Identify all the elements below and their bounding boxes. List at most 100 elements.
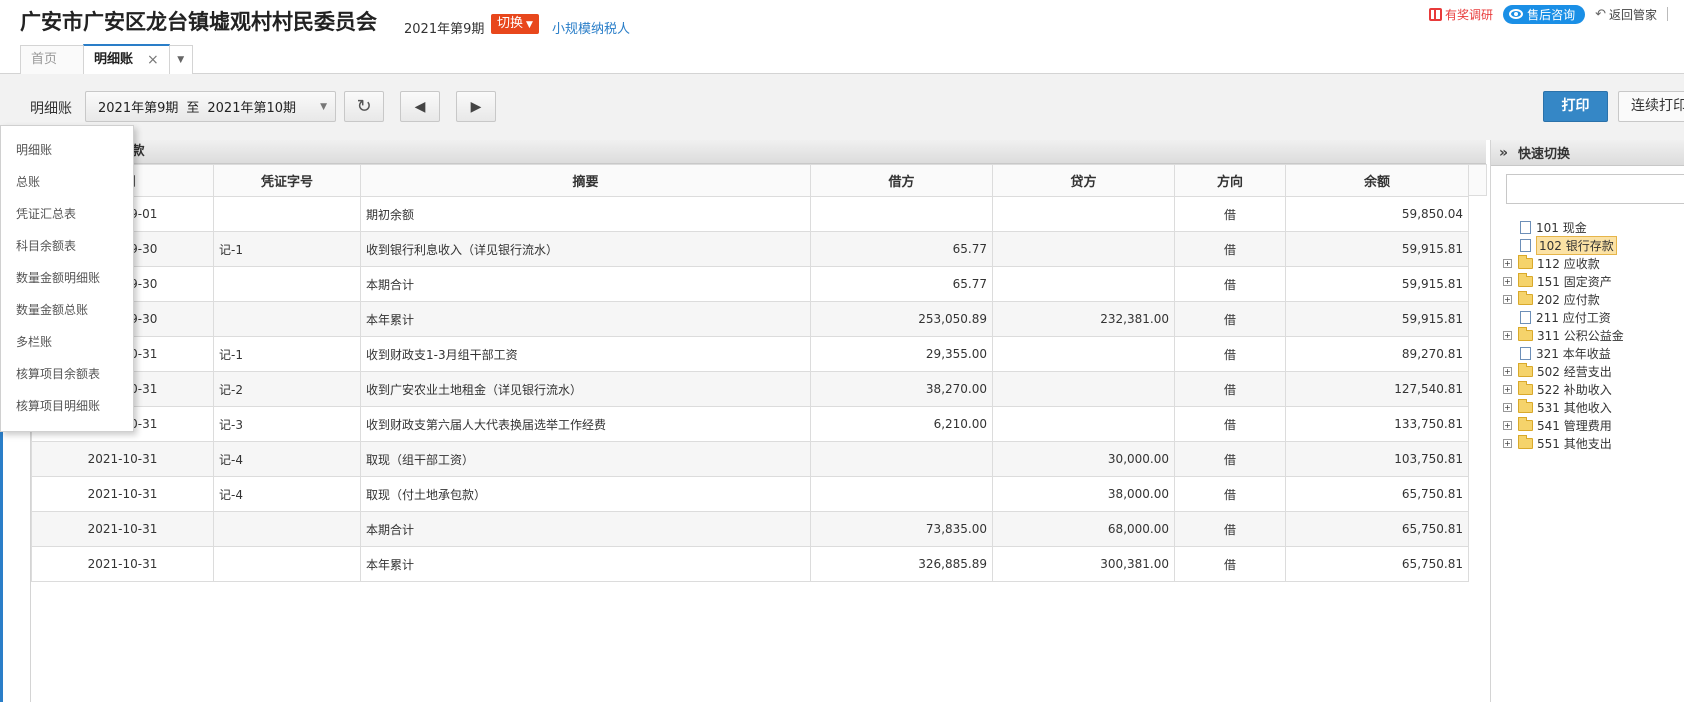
table-row[interactable]: 2021-10-31记-2收到广安农业土地租金（详见银行流水）38,270.00…	[31, 371, 1469, 407]
cell-direction: 借	[1174, 546, 1286, 582]
expand-icon[interactable]: +	[1503, 402, 1512, 412]
taxpayer-type-link[interactable]: 小规模纳税人	[552, 18, 630, 37]
menu-item[interactable]: 凭证汇总表	[1, 198, 133, 230]
menu-item[interactable]: 核算项目明细账	[1, 390, 133, 422]
account-tree: 101 现金 102 银行存款 +112 应收款 +151 固定资产 +202 应付款 2…	[1491, 218, 1684, 452]
period-switch-button[interactable]: 切换 ▼	[491, 14, 539, 34]
folder-icon	[1518, 380, 1533, 395]
expand-icon[interactable]: +	[1503, 276, 1512, 286]
quick-search-input[interactable]	[1506, 174, 1684, 204]
cell-balance: 65,750.81	[1285, 511, 1469, 547]
folder-icon	[1518, 398, 1533, 413]
divider	[1667, 7, 1668, 21]
cell-direction: 借	[1174, 266, 1286, 302]
back-link[interactable]: ↶ 返回管家	[1595, 6, 1657, 23]
panel-title: 102 银行存款	[31, 140, 1486, 164]
chevron-down-icon: ▼	[320, 102, 327, 112]
switch-label: 切换	[497, 16, 524, 31]
table-row[interactable]: 2021-10-31 本年累计 326,885.89 300,381.00 借 65,75…	[31, 546, 1469, 582]
column-header: 方向	[1174, 164, 1286, 197]
menu-item[interactable]: 多栏账	[1, 326, 133, 358]
next-button[interactable]: ▶	[456, 91, 496, 122]
close-icon[interactable]: ×	[147, 46, 159, 74]
consult-label: 售后咨询	[1527, 7, 1576, 22]
cell-debit	[810, 441, 993, 477]
menu-item[interactable]: 科目余额表	[1, 230, 133, 262]
cell-direction: 借	[1174, 406, 1286, 442]
tab-bar: 首页 明细账 × ▼	[20, 44, 193, 74]
table-row[interactable]: 2021-10-31记-1收到财政支1-3月组干部工资29,355.00借89,…	[31, 336, 1469, 372]
tree-node-label: 112 应收款	[1537, 256, 1600, 271]
cell-voucher	[213, 546, 361, 582]
app-header: 广安市广安区龙台镇墟观村村民委员会 2021年第9期 切换 ▼ 小规模纳税人 有奖…	[0, 0, 1684, 74]
quick-switch-title: 快速切换	[1518, 147, 1571, 162]
cell-date: 2021-10-31	[31, 546, 214, 582]
period-range-select[interactable]: 2021年第9期 至 2021年第10期 ▼	[85, 91, 336, 122]
previous-button[interactable]: ◀	[400, 91, 440, 122]
expand-icon[interactable]: +	[1503, 330, 1512, 340]
cell-debit: 65.77	[810, 266, 993, 302]
tree-node[interactable]: +151 固定资产	[1503, 272, 1684, 290]
cell-debit: 6,210.00	[810, 406, 993, 442]
menu-item[interactable]: 核算项目余额表	[1, 358, 133, 390]
cell-balance: 89,270.81	[1285, 336, 1469, 372]
survey-label: 有奖调研	[1445, 7, 1494, 22]
table-row[interactable]: 2021-10-31 记-4 取现（组干部工资） 30,000.00 借 103,750.…	[31, 441, 1469, 477]
tree-node[interactable]: +112 应收款	[1503, 254, 1684, 272]
expand-icon[interactable]: +	[1503, 438, 1512, 448]
expand-icon[interactable]: +	[1503, 366, 1512, 376]
tree-node[interactable]: 102 银行存款	[1503, 235, 1684, 255]
triangle-left-icon: ◀	[414, 98, 426, 115]
table-row[interactable]: 2021-10-31 本期合计 73,835.00 68,000.00 借 65,750.…	[31, 511, 1469, 547]
consult-button[interactable]: 售后咨询	[1503, 4, 1586, 24]
expand-icon[interactable]: +	[1503, 384, 1512, 394]
cell-voucher: 记-1	[213, 231, 361, 267]
cell-date: 2021-10-31	[31, 476, 214, 512]
menu-item[interactable]: 总账	[1, 166, 133, 198]
eye-icon	[1509, 9, 1524, 19]
refresh-button[interactable]: ↻	[344, 91, 384, 122]
cell-balance: 127,540.81	[1285, 371, 1469, 407]
tab-more-dropdown[interactable]: ▼	[168, 45, 193, 74]
tree-node[interactable]: +522 补助收入	[1503, 380, 1684, 398]
cell-balance: 59,850.04	[1285, 196, 1469, 232]
expand-icon[interactable]: +	[1503, 420, 1512, 430]
back-label: 返回管家	[1608, 7, 1657, 22]
top-right-actions: 有奖调研 售后咨询 ↶ 返回管家	[1429, 4, 1684, 24]
menu-item[interactable]: 明细账	[1, 134, 133, 166]
tree-node[interactable]: +202 应付款	[1503, 290, 1684, 308]
cell-debit	[810, 476, 993, 512]
double-chevron-right-icon[interactable]: »	[1499, 145, 1508, 161]
table-row[interactable]: 2021-09-01期初余额借59,850.04	[31, 196, 1469, 232]
table-row[interactable]: 2021-10-31 记-4 取现（付土地承包款） 38,000.00 借 65,750.…	[31, 476, 1469, 512]
cell-voucher: 记-4	[213, 476, 361, 512]
expand-icon[interactable]: +	[1503, 294, 1512, 304]
tree-node[interactable]: +502 经营支出	[1503, 362, 1684, 380]
cell-credit: 68,000.00	[992, 511, 1175, 547]
survey-link[interactable]: 有奖调研	[1429, 6, 1493, 23]
table-row[interactable]: 2021-09-30本年累计253,050.89232,381.00借59,91…	[31, 301, 1469, 337]
tree-node[interactable]: +531 其他收入	[1503, 398, 1684, 416]
tab-home[interactable]: 首页	[20, 45, 84, 74]
cell-summary: 取现（付土地承包款）	[360, 476, 811, 512]
tree-node[interactable]: 321 本年收益	[1503, 344, 1684, 362]
expand-icon[interactable]: +	[1503, 258, 1512, 268]
print-button[interactable]: 打印	[1543, 91, 1608, 122]
quick-switch-panel: » 快速切换 101 现金 102 银行存款 +112 应收款 +151 固定资产 +2…	[1490, 140, 1684, 702]
table-row[interactable]: 2021-09-30记-1收到银行利息收入（详见银行流水）65.77借59,91…	[31, 231, 1469, 267]
refresh-icon: ↻	[356, 95, 372, 117]
tree-node[interactable]: 101 现金	[1503, 218, 1684, 236]
table-row[interactable]: 2021-10-31记-3收到财政支第六届人大代表换届选举工作经费6,210.0…	[31, 406, 1469, 442]
table-row[interactable]: 2021-09-30本期合计65.77借59,915.81	[31, 266, 1469, 302]
tab-detail-ledger[interactable]: 明细账 ×	[83, 44, 170, 74]
batch-print-button[interactable]: 连续打印	[1618, 91, 1684, 122]
cell-voucher: 记-3	[213, 406, 361, 442]
cell-direction: 借	[1174, 441, 1286, 477]
folder-icon	[1518, 290, 1533, 305]
tree-node[interactable]: +311 公积公益金	[1503, 326, 1684, 344]
tree-node[interactable]: 211 应付工资	[1503, 308, 1684, 326]
menu-item[interactable]: 数量金额总账	[1, 294, 133, 326]
tree-node[interactable]: +551 其他支出	[1503, 434, 1684, 452]
menu-item[interactable]: 数量金额明细账	[1, 262, 133, 294]
tree-node[interactable]: +541 管理费用	[1503, 416, 1684, 434]
